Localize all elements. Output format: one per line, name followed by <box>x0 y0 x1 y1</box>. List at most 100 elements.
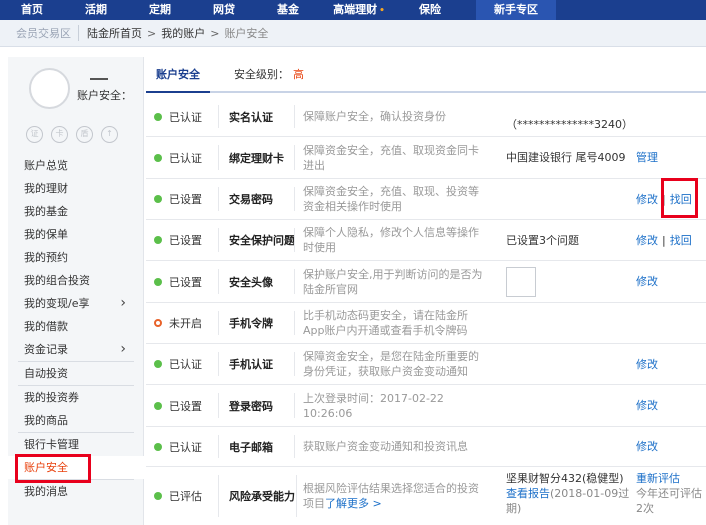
column-divider <box>218 311 219 335</box>
table-row: 已认证 实名认证 保障账户安全，确认投资身份 （**************32… <box>146 97 706 137</box>
column-divider <box>294 269 295 294</box>
sidebar-item-messages[interactable]: 我的消息 <box>8 480 144 503</box>
nav-current[interactable]: 活期 <box>64 0 128 20</box>
nav-fund[interactable]: 基金 <box>256 0 320 20</box>
modify-link[interactable]: 修改 <box>636 357 658 372</box>
status-cell: 已认证 <box>154 344 222 384</box>
breadcrumb-bar: 会员交易区 陆金所首页 > 我的账户 > 账户安全 <box>0 20 706 47</box>
nav-premium[interactable]: 高端理财 <box>320 0 398 20</box>
user-security-label: 账户安全： <box>77 89 132 102</box>
shield-badge-icon[interactable]: 盾 <box>76 126 93 143</box>
member-zone-label[interactable]: 会员交易区 <box>0 25 78 41</box>
status-text: 已认证 <box>169 358 202 371</box>
sidebar-item-policy[interactable]: 我的保单 <box>8 223 144 246</box>
status-text: 已认证 <box>169 151 202 165</box>
nav-fixed[interactable]: 定期 <box>128 0 192 20</box>
crumb-account-security: 账户安全 <box>224 27 269 40</box>
recover-link[interactable]: 找回 <box>670 233 692 248</box>
sidebar-item-overview[interactable]: 账户总览 <box>8 154 144 177</box>
status-cell: 已认证 <box>154 137 222 178</box>
item-description: 保障资金安全，充值、取现、投资等资金相关操作时使用 <box>303 185 479 213</box>
manage-link[interactable]: 管理 <box>636 150 658 165</box>
crumb-my-account[interactable]: 我的账户 <box>161 25 205 41</box>
status-cell: 已设置 <box>154 261 222 302</box>
highlight-box-sidebar <box>15 454 91 483</box>
table-row: 已认证 电子邮箱 获取账户资金变动通知和投资讯息 修改 <box>146 427 706 467</box>
reassess-note: 今年还可评估2次 <box>636 487 702 515</box>
tab-account-security[interactable]: 账户安全 <box>146 57 210 93</box>
sidebar-item-goods[interactable]: 我的商品 <box>8 409 144 432</box>
learn-more-link[interactable]: 了解更多 > <box>325 497 382 510</box>
item-info: 坚果财智分432(稳健型) 查看报告(2018-01-09过期) <box>506 467 631 525</box>
sidebar-item-finance[interactable]: 我的理财 <box>8 177 144 200</box>
table-row: 已评估 风险承受能力 根据风险评估结果选择您适合的投资项目了解更多 > 坚果财智… <box>146 467 706 525</box>
item-name: 安全头像 <box>229 275 273 289</box>
sidebar-item-fund[interactable]: 我的基金 <box>8 200 144 223</box>
column-divider <box>218 269 219 294</box>
top-nav: 首页 活期 定期 网贷 基金 高端理财 保险 新手专区 <box>0 0 706 20</box>
item-name: 手机认证 <box>229 358 273 371</box>
crumb-arrow: > <box>210 26 220 40</box>
id-badge-icon[interactable]: 证 <box>26 126 43 143</box>
status-ok-icon <box>154 492 162 500</box>
sidebar-item-coupons[interactable]: 我的投资券 <box>8 386 144 409</box>
item-info: （**************3240） <box>506 118 633 131</box>
item-info: 已设置3个问题 <box>506 233 579 247</box>
crumb-arrow: > <box>147 26 157 40</box>
item-ops: 修改 <box>636 344 706 384</box>
modify-link[interactable]: 修改 <box>636 439 658 454</box>
item-description: 获取账户资金变动通知和投资讯息 <box>303 440 468 453</box>
upgrade-badge-icon[interactable]: ↑ <box>101 126 118 143</box>
sidebar-item-cashout[interactable]: 我的变现/e享 › <box>8 292 144 315</box>
item-description: 根据风险评估结果选择您适合的投资项目了解更多 > <box>303 467 487 525</box>
modify-link[interactable]: 修改 <box>636 398 658 413</box>
status-ok-icon <box>154 277 162 286</box>
sidebar-menu: 账户总览 我的理财 我的基金 我的保单 我的预约 我的组合投资 我的变现/e享 ›… <box>8 154 144 503</box>
nav-insurance[interactable]: 保险 <box>398 0 462 20</box>
security-avatar-thumbnail[interactable] <box>506 266 536 297</box>
column-divider <box>294 228 295 252</box>
status-cell: 未开启 <box>154 303 222 343</box>
column-divider <box>294 352 295 376</box>
item-name: 绑定理财卡 <box>229 151 284 165</box>
security-level: 安全级别： 高 <box>234 66 304 82</box>
security-level-value: 高 <box>293 68 304 81</box>
tab-bar: 账户安全 安全级别： 高 <box>146 57 706 93</box>
sidebar-item-loans[interactable]: 我的借款 <box>8 315 144 338</box>
status-text: 已设置 <box>169 193 202 206</box>
modify-link[interactable]: 修改 <box>636 192 658 207</box>
nav-newbie-zone[interactable]: 新手专区 <box>476 0 556 20</box>
view-report-link[interactable]: 查看报告 <box>506 487 550 500</box>
nav-p2p[interactable]: 网贷 <box>192 0 256 20</box>
main-content: 账户安全 安全级别： 高 已认证 实名认证 保障账户安全，确认投资身份 （****… <box>146 57 706 525</box>
table-row: 已认证 手机认证 保障资金安全，是您在陆金所重要的身份凭证，获取账户资金变动通知… <box>146 344 706 385</box>
sidebar-item-bank-cards[interactable]: 银行卡管理 <box>8 433 144 456</box>
sidebar-item-label: 我的变现/e享 <box>24 297 90 310</box>
sidebar-item-fund-records[interactable]: 资金记录 › <box>8 338 144 361</box>
reassess-link[interactable]: 重新评估 <box>636 471 706 486</box>
status-text: 已评估 <box>169 490 202 503</box>
sidebar-item-reservation[interactable]: 我的预约 <box>8 246 144 269</box>
column-divider <box>218 435 219 458</box>
modify-link[interactable]: 修改 <box>636 274 658 289</box>
item-description: 保障个人隐私，修改个人信息等操作时使用 <box>303 226 479 254</box>
sidebar-item-auto-invest[interactable]: 自动投资 <box>8 362 144 385</box>
table-row: 未开启 手机令牌 比手机动态码更安全，请在陆金所App账户内开通或查看手机令牌码 <box>146 303 706 344</box>
status-cell: 已设置 <box>154 179 222 219</box>
column-divider <box>218 187 219 211</box>
modify-link[interactable]: 修改 <box>636 233 658 248</box>
crumb-home[interactable]: 陆金所首页 <box>87 25 142 41</box>
item-ops: 管理 <box>636 137 706 178</box>
bank-card-badge-icon[interactable]: 卡 <box>51 126 68 143</box>
item-ops: 修改 <box>636 385 706 426</box>
table-row: 已设置 登录密码 上次登录时间：2017-02-22 10:26:06 修改 <box>146 385 706 427</box>
nav-home[interactable]: 首页 <box>0 0 64 20</box>
column-divider <box>294 145 295 170</box>
sidebar-item-portfolio[interactable]: 我的组合投资 <box>8 269 144 292</box>
status-ok-icon <box>154 153 162 162</box>
status-ok-icon <box>154 236 162 244</box>
status-cell: 已设置 <box>154 385 222 426</box>
item-description: 比手机动态码更安全，请在陆金所App账户内开通或查看手机令牌码 <box>303 309 468 337</box>
avatar[interactable] <box>29 68 70 109</box>
ops-separator: | <box>662 233 666 247</box>
